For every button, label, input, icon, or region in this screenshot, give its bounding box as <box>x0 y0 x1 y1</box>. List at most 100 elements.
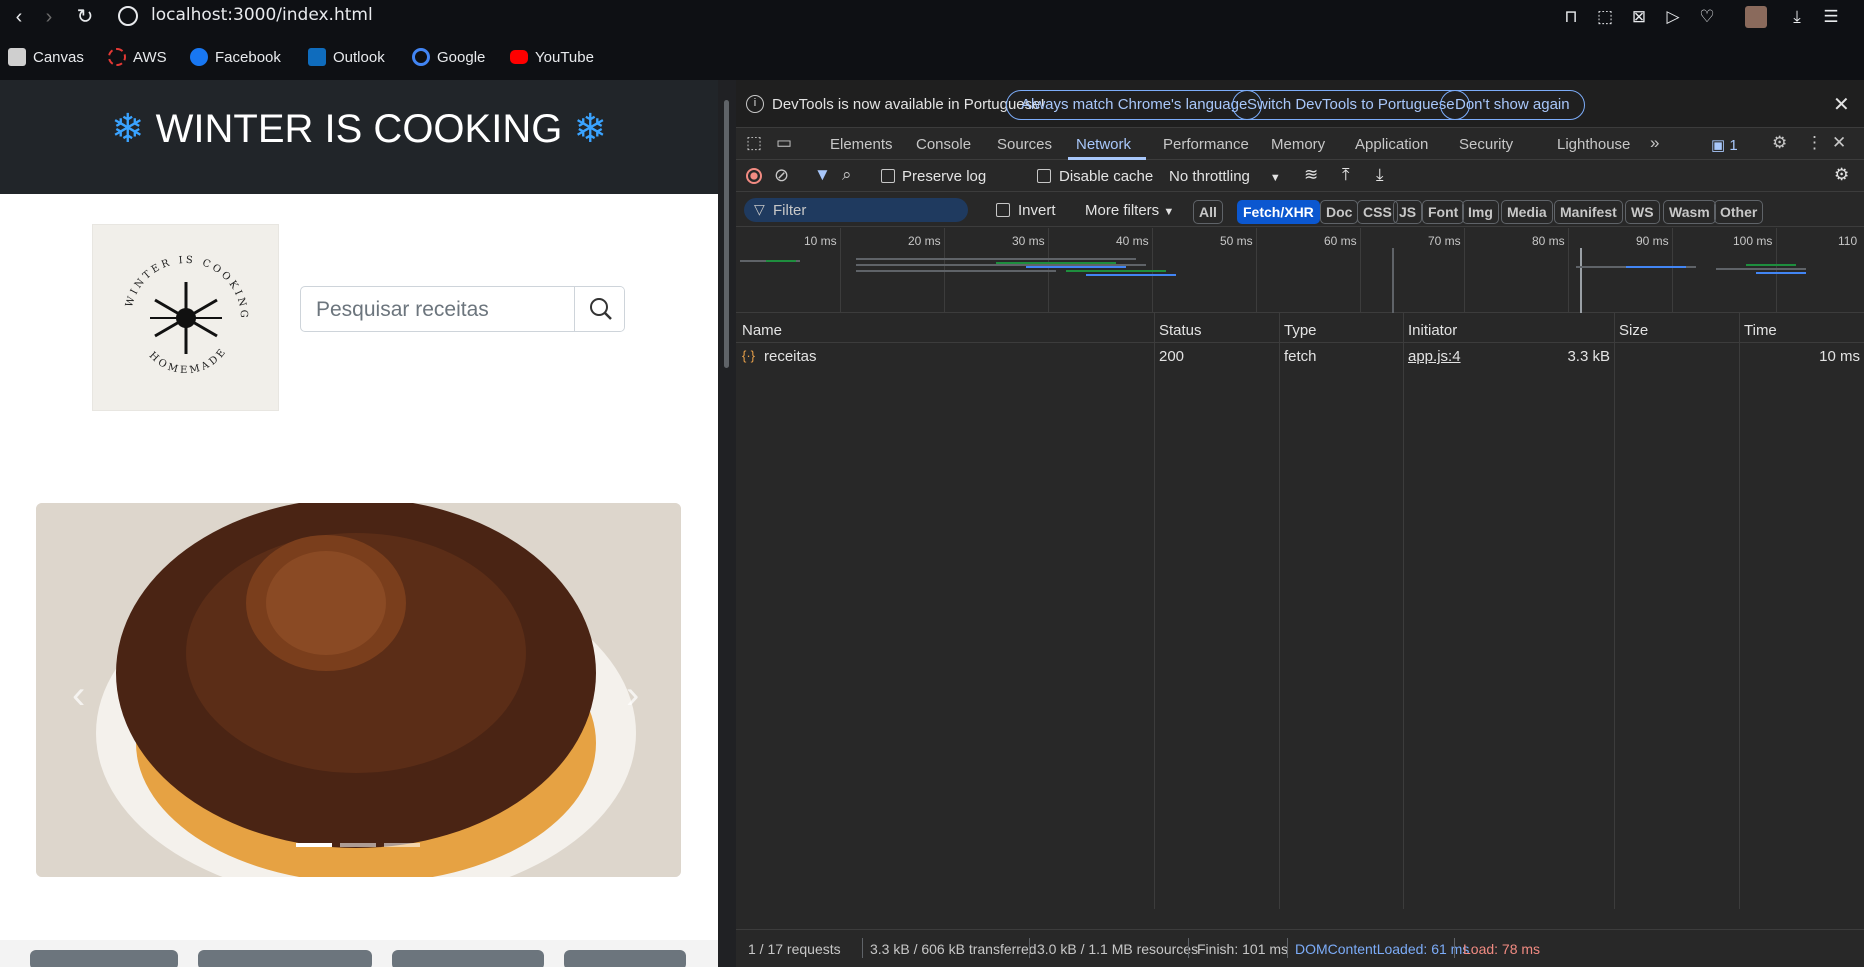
bookmark-canvas[interactable]: Canvas <box>8 46 84 68</box>
invert-checkbox[interactable] <box>996 203 1010 217</box>
tab-console[interactable]: Console <box>916 136 971 153</box>
filter-bar: ▽ Filter Invert More filters ▼ All Fetch… <box>736 193 1864 227</box>
carousel-indicator[interactable] <box>296 843 332 847</box>
play-icon[interactable]: ▷ <box>1662 6 1684 28</box>
back-icon[interactable]: ‹ <box>6 4 32 30</box>
always-match-button[interactable]: Always match Chrome's language <box>1006 90 1263 120</box>
column-header-size[interactable]: Size <box>1619 322 1648 339</box>
network-settings-icon[interactable]: ⚙ <box>1834 165 1849 185</box>
page-scrollbar[interactable] <box>718 80 735 967</box>
tab-performance[interactable]: Performance <box>1163 136 1249 153</box>
search-input[interactable]: Pesquisar receitas <box>301 287 575 331</box>
network-overview[interactable]: 10 ms 20 ms 30 ms 40 ms 50 ms 60 ms 70 m… <box>736 228 1864 313</box>
timeline-gridline <box>1256 228 1257 313</box>
device-toolbar-icon[interactable]: ▭ <box>776 133 792 153</box>
tab-elements[interactable]: Elements <box>830 136 893 153</box>
switch-language-button[interactable]: Switch DevTools to Portuguese <box>1232 90 1470 120</box>
tab-application[interactable]: Application <box>1355 136 1428 153</box>
url-field[interactable]: localhost:3000/index.html <box>151 5 373 25</box>
chip-js[interactable]: JS <box>1393 200 1423 224</box>
status-domcontentloaded: DOMContentLoaded: 61 ms <box>1295 941 1470 957</box>
category-button[interactable] <box>198 950 372 967</box>
request-initiator-link[interactable]: app.js:4 <box>1408 348 1461 365</box>
filter-placeholder: Filter <box>773 202 807 219</box>
dont-show-again-button[interactable]: Don't show again <box>1440 90 1585 120</box>
chip-wasm[interactable]: Wasm <box>1663 200 1716 224</box>
scrollbar-thumb[interactable] <box>724 100 729 368</box>
search-icon[interactable]: ⌕ <box>842 165 852 185</box>
chip-css[interactable]: CSS <box>1357 200 1398 224</box>
shield-icon[interactable]: ⊠ <box>1628 6 1650 28</box>
forward-icon[interactable]: › <box>36 4 62 30</box>
carousel-indicator[interactable] <box>340 843 376 847</box>
column-header-time[interactable]: Time <box>1744 322 1777 339</box>
filter-funnel-icon[interactable]: ▼ <box>814 165 831 185</box>
more-tabs-icon[interactable]: » <box>1650 133 1659 153</box>
network-conditions-icon[interactable]: ≋ <box>1304 165 1318 185</box>
category-button[interactable] <box>392 950 544 967</box>
disable-cache-checkbox[interactable] <box>1037 169 1051 183</box>
tab-sources[interactable]: Sources <box>997 136 1052 153</box>
chip-img[interactable]: Img <box>1462 200 1499 224</box>
chip-other[interactable]: Other <box>1714 200 1764 224</box>
search-button[interactable] <box>574 287 624 331</box>
kebab-menu-icon[interactable]: ⋮ <box>1806 133 1823 153</box>
chip-doc[interactable]: Doc <box>1320 200 1359 224</box>
bookmark-outlook[interactable]: Outlook <box>308 46 385 68</box>
chip-fetch-xhr[interactable]: Fetch/XHR <box>1237 200 1320 224</box>
filter-icon: ▽ <box>754 201 765 217</box>
recipe-carousel[interactable]: ‹ › <box>36 503 681 877</box>
status-load: Load: 78 ms <box>1463 941 1541 957</box>
chip-manifest[interactable]: Manifest <box>1554 200 1623 224</box>
column-header-status[interactable]: Status <box>1159 322 1202 339</box>
record-icon[interactable] <box>746 168 762 184</box>
carousel-prev-icon[interactable]: ‹ <box>72 673 85 718</box>
bookmark-youtube[interactable]: YouTube <box>510 46 594 68</box>
chevron-down-icon: ▼ <box>1163 206 1175 218</box>
download-icon[interactable]: ⤓ <box>1786 6 1808 28</box>
table-row[interactable]: {·} receitas 200 fetch app.js:4 3.3 kB 1… <box>736 343 1864 369</box>
inspect-element-icon[interactable]: ⬚ <box>746 133 762 153</box>
carousel-indicator[interactable] <box>384 843 420 847</box>
menu-icon[interactable]: ☰ <box>1820 6 1842 28</box>
settings-icon[interactable]: ⚙ <box>1772 133 1787 153</box>
timeline-bar <box>1716 268 1806 270</box>
reload-icon[interactable]: ↻ <box>72 4 98 30</box>
chip-all[interactable]: All <box>1193 200 1223 224</box>
profile-avatar[interactable] <box>1745 6 1767 28</box>
site-logo: WINTER IS COOKING HOMEMADE <box>92 224 279 411</box>
close-devtools-icon[interactable]: ✕ <box>1832 133 1846 153</box>
bookmark-google[interactable]: Google <box>412 46 485 68</box>
more-filters-dropdown[interactable]: More filters ▼ <box>1085 202 1174 219</box>
tab-memory[interactable]: Memory <box>1271 136 1325 153</box>
import-har-icon[interactable]: ⤒ <box>1342 165 1350 185</box>
column-header-initiator[interactable]: Initiator <box>1408 322 1457 339</box>
timeline-bar <box>1066 270 1166 272</box>
carousel-next-icon[interactable]: › <box>626 673 639 718</box>
bookmark-aws[interactable]: AWS <box>108 46 167 68</box>
chip-ws[interactable]: WS <box>1625 200 1660 224</box>
close-icon[interactable]: ✕ <box>1833 92 1850 117</box>
issues-counter[interactable]: ▣ 1 <box>1711 136 1738 154</box>
screenshot-icon[interactable]: ⬚ <box>1594 6 1616 28</box>
export-har-icon[interactable]: ⤓ <box>1376 165 1384 185</box>
tab-network[interactable]: Network <box>1076 136 1131 153</box>
heart-icon[interactable]: ♡ <box>1696 6 1718 28</box>
site-info-icon[interactable] <box>118 6 138 26</box>
preserve-log-checkbox[interactable] <box>881 169 895 183</box>
bookmark-facebook[interactable]: Facebook <box>190 46 281 68</box>
category-button[interactable] <box>564 950 686 967</box>
column-header-name[interactable]: Name <box>742 322 782 339</box>
preserve-log-label: Preserve log <box>902 168 987 185</box>
tab-security[interactable]: Security <box>1459 136 1513 153</box>
filter-input[interactable]: ▽ Filter <box>744 198 968 222</box>
category-button[interactable] <box>30 950 178 967</box>
tab-lighthouse[interactable]: Lighthouse <box>1557 136 1630 153</box>
clear-icon[interactable]: ⊘ <box>774 165 789 186</box>
chip-font[interactable]: Font <box>1422 200 1465 224</box>
chip-media[interactable]: Media <box>1501 200 1553 224</box>
column-header-type[interactable]: Type <box>1284 322 1317 339</box>
carousel-image <box>36 503 681 877</box>
pin-icon[interactable]: ⊓ <box>1560 6 1582 28</box>
throttling-select[interactable]: No throttling ▼ <box>1169 168 1281 185</box>
